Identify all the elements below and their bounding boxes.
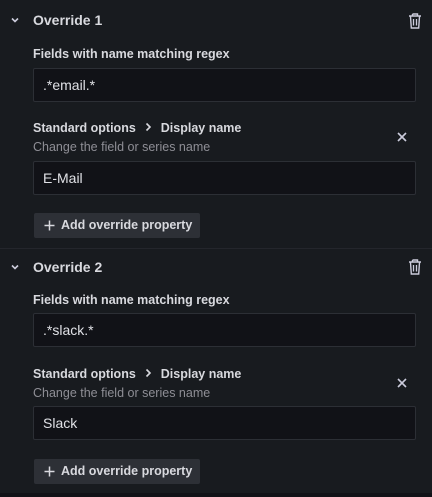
chevron-down-icon[interactable]: [10, 262, 20, 272]
property-category: Standard options: [33, 121, 136, 135]
chevron-right-icon: [145, 368, 151, 378]
override-title[interactable]: Override 1: [33, 12, 102, 28]
plus-icon: [44, 466, 55, 477]
matcher-label: Fields with name matching regex: [33, 293, 230, 307]
matcher-regex-input[interactable]: .*slack.*: [33, 313, 416, 347]
add-button-label: Add override property: [61, 218, 193, 232]
property-breadcrumb: Standard options Display name: [33, 367, 241, 381]
property-name: Display name: [160, 121, 242, 135]
override-title[interactable]: Override 2: [33, 259, 102, 275]
add-override-property-button[interactable]: Add override property: [34, 213, 200, 238]
property-category: Standard options: [33, 367, 136, 381]
trash-icon[interactable]: [407, 12, 423, 30]
chevron-right-icon: [145, 122, 151, 132]
property-name: Display name: [160, 367, 242, 381]
chevron-down-icon[interactable]: [10, 15, 20, 25]
override-panel-2: Override 2 Fields with name matching reg…: [0, 249, 432, 493]
display-name-input[interactable]: E-Mail: [33, 161, 416, 195]
plus-icon: [44, 220, 55, 231]
close-icon[interactable]: [396, 131, 408, 143]
property-description: Change the field or series name: [33, 386, 211, 400]
add-override-property-button[interactable]: Add override property: [34, 459, 200, 484]
property-description: Change the field or series name: [33, 140, 211, 154]
display-name-input[interactable]: Slack: [33, 406, 416, 440]
add-button-label: Add override property: [61, 464, 193, 478]
trash-icon[interactable]: [407, 258, 423, 276]
matcher-label: Fields with name matching regex: [33, 47, 230, 61]
override-panel-1: Override 1 Fields with name matching reg…: [0, 0, 432, 248]
property-breadcrumb: Standard options Display name: [33, 121, 241, 135]
close-icon[interactable]: [396, 377, 408, 389]
matcher-regex-input[interactable]: .*email.*: [33, 68, 416, 102]
